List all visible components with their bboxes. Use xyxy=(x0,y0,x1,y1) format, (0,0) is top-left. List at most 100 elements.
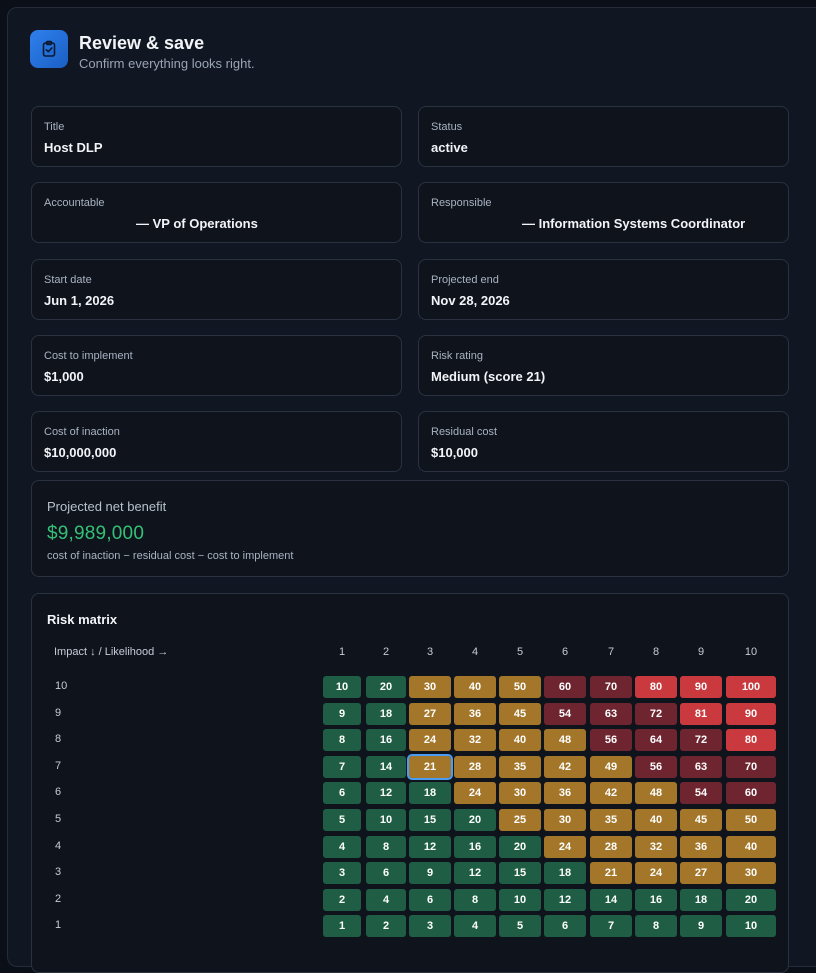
risk-cell[interactable]: 42 xyxy=(590,782,632,805)
risk-cell[interactable]: 10 xyxy=(323,676,361,698)
risk-cell[interactable]: 50 xyxy=(499,676,541,698)
risk-cell[interactable]: 30 xyxy=(726,862,776,885)
risk-cell[interactable]: 90 xyxy=(680,676,722,698)
risk-cell[interactable]: 14 xyxy=(590,888,632,911)
risk-cell[interactable]: 28 xyxy=(454,755,496,778)
risk-cell[interactable]: 48 xyxy=(544,729,586,752)
risk-cell[interactable]: 100 xyxy=(726,676,776,698)
risk-cell[interactable]: 18 xyxy=(366,702,406,725)
risk-cell[interactable]: 24 xyxy=(454,782,496,805)
risk-cell[interactable]: 10 xyxy=(366,809,406,831)
risk-cell[interactable]: 6 xyxy=(544,915,586,938)
risk-cell[interactable]: 8 xyxy=(635,915,677,938)
risk-cell[interactable]: 10 xyxy=(499,888,541,911)
risk-cell[interactable]: 81 xyxy=(680,702,722,725)
risk-cell[interactable]: 49 xyxy=(590,755,632,778)
risk-cell[interactable]: 54 xyxy=(680,782,722,805)
risk-cell[interactable]: 25 xyxy=(499,809,541,831)
risk-cell[interactable]: 7 xyxy=(323,755,361,778)
risk-cell[interactable]: 63 xyxy=(590,702,632,725)
risk-cell[interactable]: 10 xyxy=(726,915,776,938)
risk-cell[interactable]: 32 xyxy=(635,835,677,858)
risk-cell[interactable]: 60 xyxy=(726,782,776,805)
risk-cell[interactable]: 24 xyxy=(635,862,677,885)
risk-cell[interactable]: 28 xyxy=(590,835,632,858)
risk-cell[interactable]: 12 xyxy=(454,862,496,885)
risk-cell[interactable]: 50 xyxy=(726,809,776,831)
risk-cell[interactable]: 42 xyxy=(544,755,586,778)
risk-cell[interactable]: 14 xyxy=(366,755,406,778)
risk-cell[interactable]: 21 xyxy=(590,862,632,885)
risk-cell[interactable]: 21 xyxy=(407,753,453,780)
risk-cell[interactable]: 4 xyxy=(323,835,361,858)
risk-cell[interactable]: 27 xyxy=(680,862,722,885)
risk-cell[interactable]: 8 xyxy=(454,888,496,911)
risk-cell[interactable]: 27 xyxy=(409,702,451,725)
risk-cell[interactable]: 20 xyxy=(454,809,496,831)
risk-cell[interactable]: 1 xyxy=(323,915,361,938)
risk-cell[interactable]: 8 xyxy=(366,835,406,858)
risk-cell[interactable]: 56 xyxy=(635,755,677,778)
risk-cell[interactable]: 9 xyxy=(680,915,722,938)
risk-cell[interactable]: 30 xyxy=(409,676,451,698)
risk-cell[interactable]: 80 xyxy=(635,676,677,698)
risk-cell[interactable]: 35 xyxy=(499,755,541,778)
risk-cell[interactable]: 6 xyxy=(409,888,451,911)
risk-cell[interactable]: 18 xyxy=(680,888,722,911)
risk-cell[interactable]: 9 xyxy=(409,862,451,885)
risk-cell[interactable]: 48 xyxy=(635,782,677,805)
risk-cell[interactable]: 8 xyxy=(323,729,361,752)
risk-cell[interactable]: 24 xyxy=(409,729,451,752)
risk-cell[interactable]: 5 xyxy=(499,915,541,938)
risk-cell[interactable]: 16 xyxy=(366,729,406,752)
risk-cell[interactable]: 15 xyxy=(499,862,541,885)
risk-cell[interactable]: 64 xyxy=(635,729,677,752)
risk-cell[interactable]: 60 xyxy=(544,676,586,698)
risk-cell[interactable]: 45 xyxy=(680,809,722,831)
risk-cell[interactable]: 36 xyxy=(544,782,586,805)
risk-cell[interactable]: 30 xyxy=(499,782,541,805)
risk-cell[interactable]: 40 xyxy=(499,729,541,752)
risk-cell[interactable]: 80 xyxy=(726,729,776,752)
risk-cell[interactable]: 5 xyxy=(323,809,361,831)
risk-cell[interactable]: 35 xyxy=(590,809,632,831)
risk-cell[interactable]: 12 xyxy=(409,835,451,858)
risk-cell[interactable]: 54 xyxy=(544,702,586,725)
risk-cell[interactable]: 6 xyxy=(323,782,361,805)
risk-cell[interactable]: 36 xyxy=(454,702,496,725)
risk-cell[interactable]: 2 xyxy=(323,888,361,911)
risk-cell[interactable]: 30 xyxy=(544,809,586,831)
risk-cell[interactable]: 7 xyxy=(590,915,632,938)
risk-cell[interactable]: 3 xyxy=(323,862,361,885)
risk-cell[interactable]: 70 xyxy=(590,676,632,698)
risk-cell[interactable]: 20 xyxy=(366,676,406,698)
risk-cell[interactable]: 72 xyxy=(635,702,677,725)
risk-cell[interactable]: 70 xyxy=(726,755,776,778)
risk-cell[interactable]: 40 xyxy=(454,676,496,698)
risk-cell[interactable]: 24 xyxy=(544,835,586,858)
risk-cell[interactable]: 12 xyxy=(544,888,586,911)
risk-cell[interactable]: 9 xyxy=(323,702,361,725)
risk-cell[interactable]: 12 xyxy=(366,782,406,805)
risk-cell[interactable]: 20 xyxy=(726,888,776,911)
risk-cell[interactable]: 2 xyxy=(366,915,406,938)
risk-cell[interactable]: 40 xyxy=(635,809,677,831)
risk-cell[interactable]: 20 xyxy=(499,835,541,858)
risk-cell[interactable]: 18 xyxy=(409,782,451,805)
risk-cell[interactable]: 18 xyxy=(544,862,586,885)
risk-cell[interactable]: 4 xyxy=(454,915,496,938)
risk-cell[interactable]: 36 xyxy=(680,835,722,858)
risk-cell[interactable]: 63 xyxy=(680,755,722,778)
risk-cell[interactable]: 3 xyxy=(409,915,451,938)
risk-cell[interactable]: 45 xyxy=(499,702,541,725)
risk-cell[interactable]: 16 xyxy=(635,888,677,911)
risk-cell[interactable]: 6 xyxy=(366,862,406,885)
risk-cell[interactable]: 72 xyxy=(680,729,722,752)
risk-cell[interactable]: 56 xyxy=(590,729,632,752)
risk-cell[interactable]: 4 xyxy=(366,888,406,911)
risk-cell[interactable]: 90 xyxy=(726,702,776,725)
risk-cell[interactable]: 15 xyxy=(409,809,451,831)
risk-cell[interactable]: 40 xyxy=(726,835,776,858)
risk-cell[interactable]: 16 xyxy=(454,835,496,858)
risk-cell[interactable]: 32 xyxy=(454,729,496,752)
